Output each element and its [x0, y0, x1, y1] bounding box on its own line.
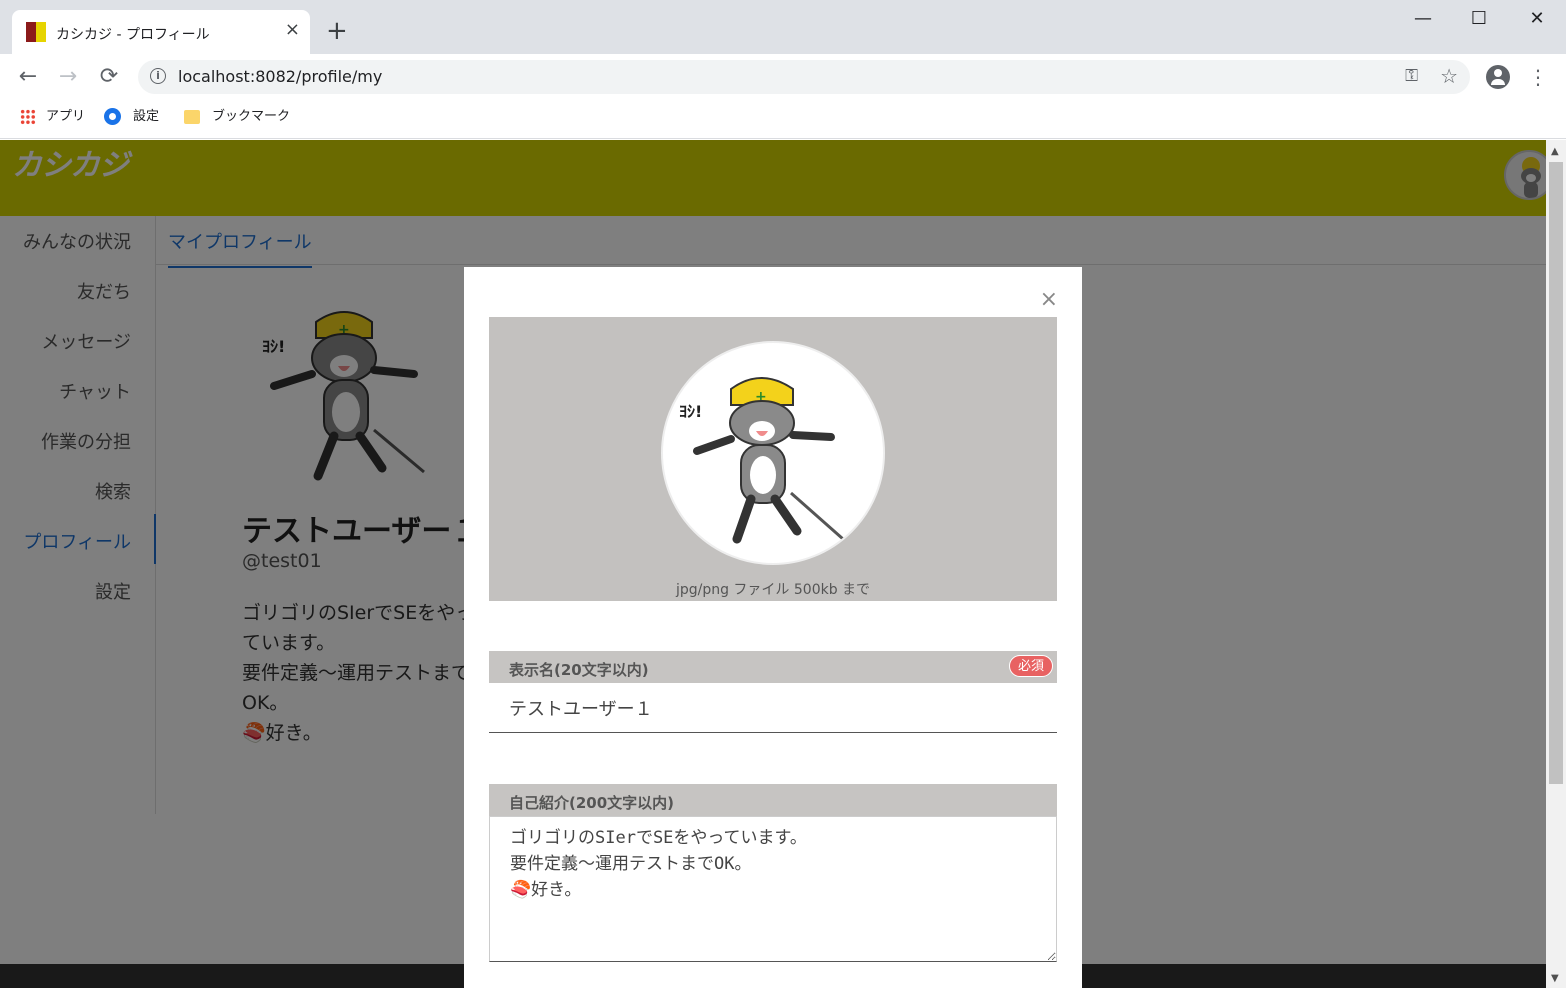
cat-speech-text: ﾖｼ! — [679, 402, 702, 421]
bio-textarea[interactable]: ゴリゴリのSIerでSEをやっています。 要件定義～運用テストまでOK。 🍣好き… — [489, 816, 1057, 962]
forward-button[interactable]: → — [54, 63, 82, 91]
password-key-icon[interactable]: ⚿ — [1405, 66, 1418, 86]
new-tab-button[interactable]: + — [326, 18, 348, 44]
display-name-label-text: 表示名(20文字以内) — [509, 661, 649, 679]
tab-close-icon[interactable]: × — [285, 20, 300, 40]
window-minimize-button[interactable]: — — [1408, 8, 1438, 29]
scrollbar-thumb[interactable] — [1549, 162, 1563, 784]
bookmark-label: 設定 — [133, 109, 160, 124]
folder-icon — [184, 109, 200, 124]
avatar-upload-area[interactable]: ﾖｼ! + jpg/png ファイル 500kb まで — [489, 317, 1057, 601]
bookmark-folder[interactable]: ブックマーク — [184, 108, 290, 128]
avatar-preview[interactable]: ﾖｼ! + — [661, 341, 885, 565]
display-name-input[interactable] — [489, 683, 1057, 733]
gear-icon — [104, 108, 121, 125]
reload-button[interactable]: ⟳ — [95, 63, 123, 91]
avatar-upload-hint: jpg/png ファイル 500kb まで — [675, 582, 871, 598]
edit-profile-modal: × ﾖｼ! + jpg/png ファイル 500kb まで 表示名(20文字以内… — [464, 267, 1082, 988]
scroll-up-arrow-icon[interactable]: ▲ — [1551, 146, 1559, 157]
site-favicon-icon — [26, 22, 46, 42]
bio-label: 自己紹介(200文字以内) — [489, 784, 1057, 816]
cat-avatar-image: ﾖｼ! + — [679, 377, 844, 544]
window-maximize-button[interactable]: ☐ — [1464, 8, 1494, 29]
window-close-button[interactable]: ✕ — [1522, 8, 1552, 29]
bookmark-label: ブックマーク — [212, 109, 291, 124]
modal-close-icon[interactable]: × — [1040, 289, 1058, 311]
bookmark-settings[interactable]: 設定 — [104, 108, 159, 128]
bookmark-apps[interactable]: アプリ — [20, 108, 85, 128]
browser-menu-icon[interactable]: ⋮ — [1528, 64, 1548, 90]
browser-tab-strip: カシカジ - プロフィール × + — ☐ ✕ — [0, 0, 1566, 54]
browser-toolbar: ← → ⟳ i localhost:8082/profile/my ⚿ ☆ ⋮ — [0, 54, 1566, 100]
apps-grid-icon — [20, 108, 36, 125]
browser-profile-icon[interactable] — [1486, 65, 1510, 89]
address-url[interactable]: localhost:8082/profile/my — [178, 67, 382, 86]
tab-title: カシカジ - プロフィール — [56, 27, 210, 43]
back-button[interactable]: ← — [14, 63, 42, 91]
web-page: カシカジ みんなの状況 友だち メッセージ チャット 作業の分担 検索 プロフィ… — [0, 140, 1546, 988]
bookmark-label: アプリ — [46, 109, 86, 124]
bookmark-star-icon[interactable]: ☆ — [1440, 64, 1458, 88]
address-bar[interactable]: i localhost:8082/profile/my ⚿ ☆ — [138, 60, 1470, 94]
bio-label-text: 自己紹介(200文字以内) — [509, 794, 675, 812]
site-info-icon[interactable]: i — [150, 68, 166, 84]
required-badge: 必須 — [1008, 655, 1053, 677]
browser-tab[interactable]: カシカジ - プロフィール × — [12, 10, 310, 54]
display-name-label: 表示名(20文字以内) 必須 — [489, 651, 1057, 683]
page-scrollbar[interactable]: ▲ ▼ — [1546, 140, 1566, 988]
scroll-down-arrow-icon[interactable]: ▼ — [1551, 973, 1559, 984]
bookmarks-bar: アプリ 設定 ブックマーク — [0, 100, 1566, 139]
